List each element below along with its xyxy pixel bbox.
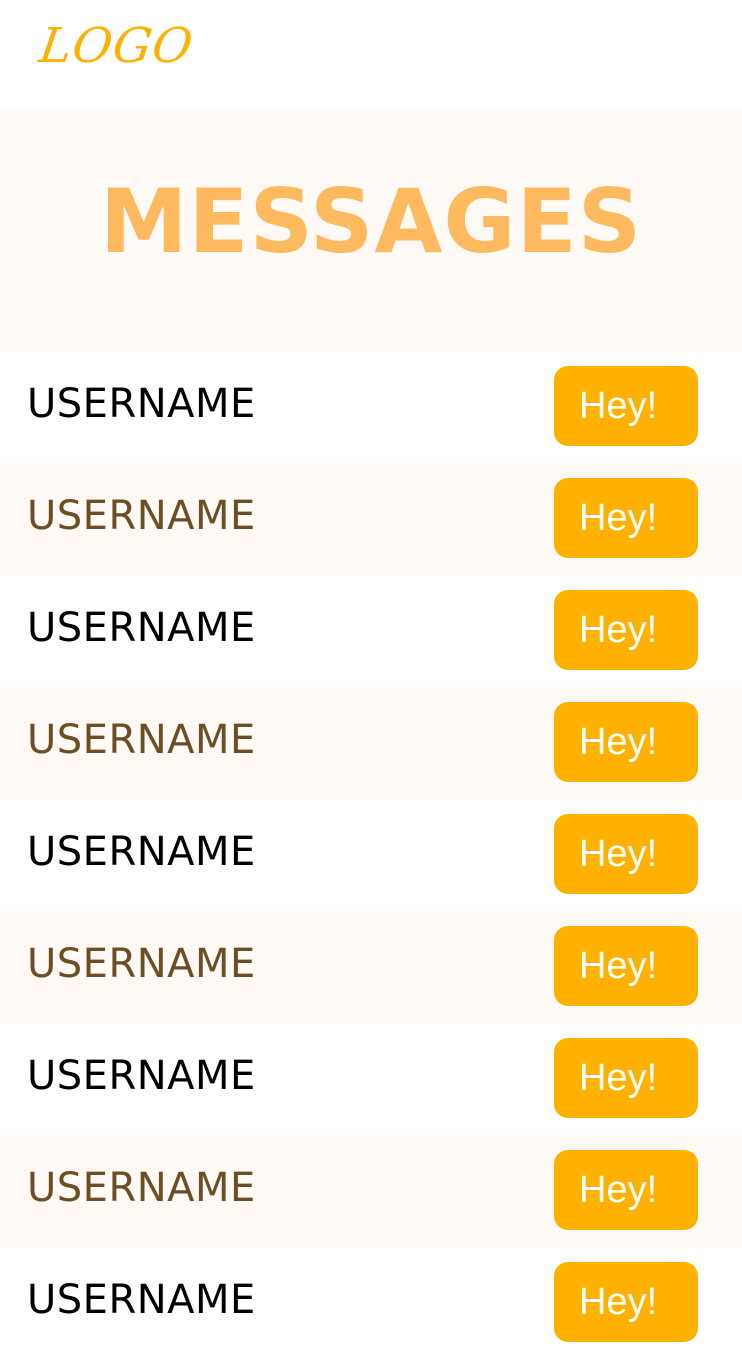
logo[interactable]: LOGO: [36, 18, 197, 74]
username-label: USERNAME: [27, 1053, 256, 1099]
hey-button[interactable]: Hey!: [554, 1262, 698, 1342]
message-list: USERNAME Hey! USERNAME Hey! USERNAME Hey…: [0, 351, 742, 1359]
message-row[interactable]: USERNAME Hey!: [0, 687, 742, 799]
message-row[interactable]: USERNAME Hey!: [0, 1023, 742, 1135]
hey-button[interactable]: Hey!: [554, 1038, 698, 1118]
username-label: USERNAME: [27, 717, 256, 763]
username-label: USERNAME: [27, 381, 256, 427]
top-bar: LOGO: [0, 0, 742, 110]
username-label: USERNAME: [27, 493, 256, 539]
message-row[interactable]: USERNAME Hey!: [0, 1135, 742, 1247]
hey-button[interactable]: Hey!: [554, 478, 698, 558]
message-row[interactable]: USERNAME Hey!: [0, 799, 742, 911]
page-header: MESSAGES: [0, 110, 742, 351]
username-label: USERNAME: [27, 1277, 256, 1323]
message-row[interactable]: USERNAME Hey!: [0, 463, 742, 575]
message-row[interactable]: USERNAME Hey!: [0, 575, 742, 687]
message-row[interactable]: USERNAME Hey!: [0, 911, 742, 1023]
hey-button[interactable]: Hey!: [554, 926, 698, 1006]
page-title: MESSAGES: [99, 170, 643, 273]
username-label: USERNAME: [27, 1165, 256, 1211]
message-row[interactable]: USERNAME Hey!: [0, 1247, 742, 1359]
hey-button[interactable]: Hey!: [554, 1150, 698, 1230]
message-row[interactable]: USERNAME Hey!: [0, 351, 742, 463]
username-label: USERNAME: [27, 941, 256, 987]
username-label: USERNAME: [27, 605, 256, 651]
username-label: USERNAME: [27, 829, 256, 875]
hey-button[interactable]: Hey!: [554, 590, 698, 670]
hey-button[interactable]: Hey!: [554, 702, 698, 782]
hey-button[interactable]: Hey!: [554, 814, 698, 894]
hey-button[interactable]: Hey!: [554, 366, 698, 446]
